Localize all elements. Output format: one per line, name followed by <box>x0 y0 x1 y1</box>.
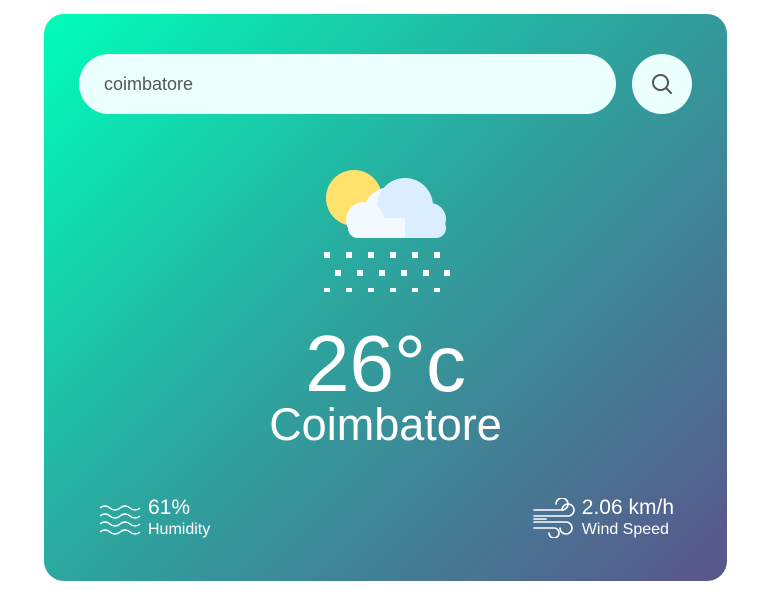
wind-value: 2.06 km/h <box>581 496 674 519</box>
snow-dot <box>346 252 352 258</box>
snow-dot <box>434 288 440 292</box>
snow-dot <box>335 270 341 276</box>
snow-dot <box>357 270 363 276</box>
snow-dot <box>368 252 374 258</box>
humidity-waves-icon <box>99 505 141 535</box>
search-input[interactable] <box>79 54 616 114</box>
snow-dot <box>379 270 385 276</box>
snow-dot <box>412 252 418 258</box>
snow-dot <box>390 288 396 292</box>
snow-dot <box>434 252 440 258</box>
search-button[interactable] <box>632 54 692 114</box>
city-name: Coimbatore <box>269 399 502 450</box>
snow-dot <box>390 252 396 258</box>
wind-block: 2.06 km/h Wind Speed <box>532 496 674 540</box>
snow-dot <box>324 252 330 258</box>
snow-dot <box>368 288 374 292</box>
snow-dot <box>423 270 429 276</box>
humidity-label: Humidity <box>148 521 211 538</box>
snow-dot <box>346 288 352 292</box>
snow-dot <box>401 270 407 276</box>
sun-cloud-snow-icon <box>324 170 450 292</box>
snow-dot <box>412 288 418 292</box>
wind-label: Wind Speed <box>581 521 669 538</box>
wind-icon <box>532 498 575 538</box>
weather-details: 61% Humidity 2.06 km/h Wind Speed <box>98 496 674 546</box>
humidity-value: 61% <box>148 496 191 519</box>
search-icon <box>652 74 672 94</box>
snow-dot <box>444 270 450 276</box>
search-bar <box>79 54 692 114</box>
snow-dot <box>324 288 330 292</box>
humidity-block: 61% Humidity <box>98 496 210 540</box>
weather-card: 26°c Coimbatore 61% Humidity <box>44 14 727 581</box>
temperature: 26°c <box>305 319 466 408</box>
